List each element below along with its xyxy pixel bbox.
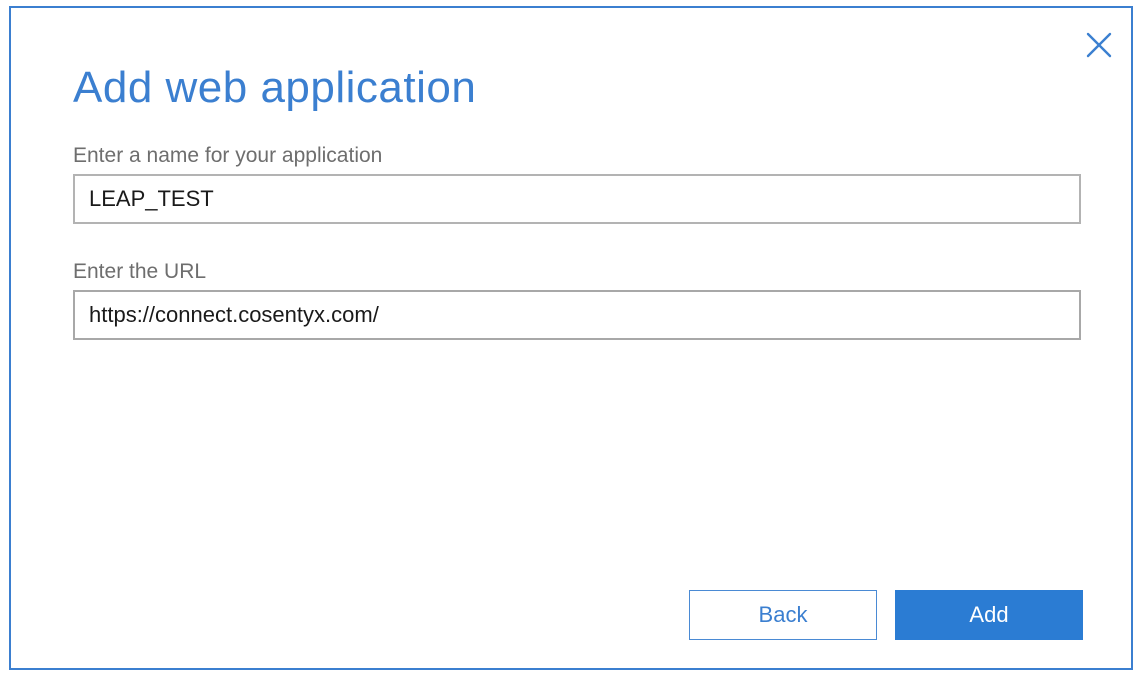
application-name-label: Enter a name for your application (73, 144, 383, 167)
back-button[interactable]: Back (689, 590, 877, 640)
close-icon (1086, 32, 1112, 58)
url-input[interactable] (73, 290, 1081, 340)
url-label: Enter the URL (73, 260, 207, 283)
application-name-input[interactable] (73, 174, 1081, 224)
dialog-title: Add web application (73, 63, 477, 112)
close-button[interactable] (1084, 30, 1114, 60)
add-button[interactable]: Add (895, 590, 1083, 640)
add-web-application-dialog: Add web application Enter a name for you… (9, 6, 1133, 670)
